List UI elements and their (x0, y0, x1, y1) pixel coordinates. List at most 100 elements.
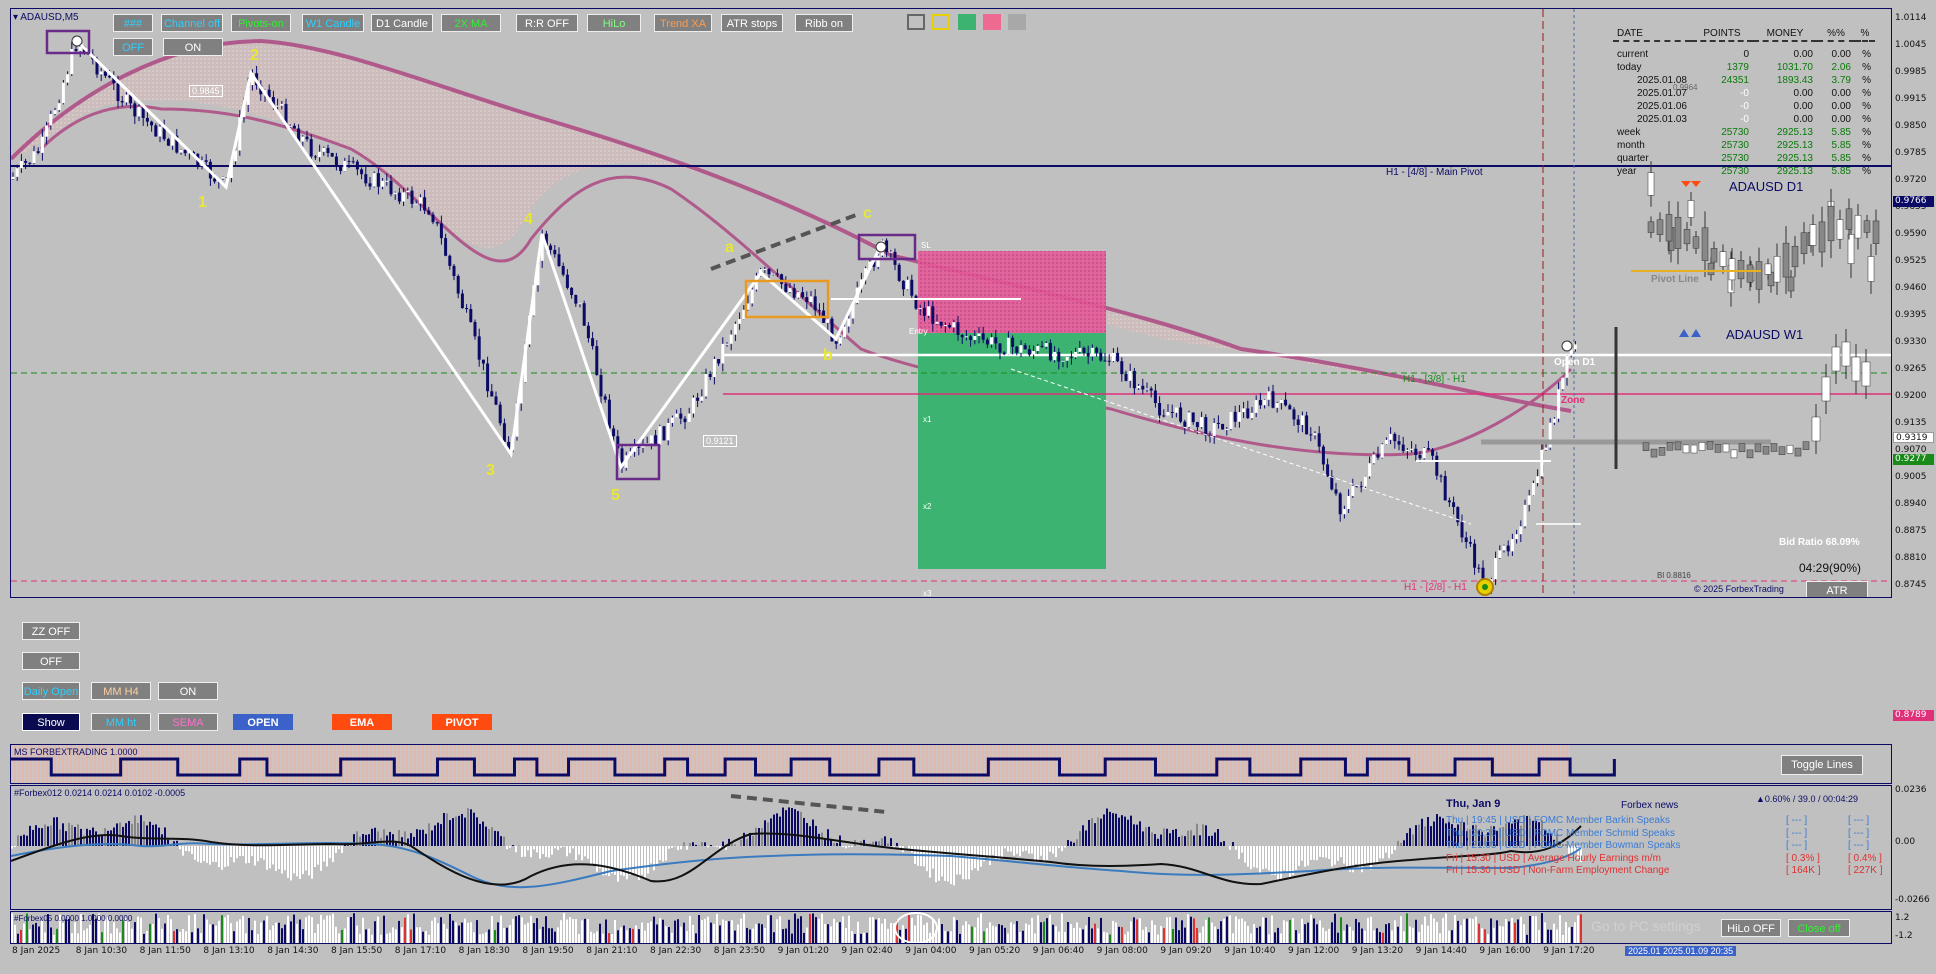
time-axis-tick: 9 Jan 17:20 (1543, 946, 1595, 956)
news-actual: [ 0.3% ] (1786, 852, 1820, 864)
stats-cell: -0 (1740, 88, 1749, 99)
indicator-forbex05[interactable]: #Forbex05 0.0000 1.0000 0.0000 Go to PC … (10, 911, 1892, 944)
symbol-name: ADAUSD,M5 (20, 12, 79, 23)
stats-cell: % (1862, 88, 1871, 99)
close-off-button[interactable]: Close off (1788, 919, 1850, 937)
ribb-on-button[interactable]: Ribb on (795, 14, 853, 32)
ind1-svg (11, 745, 1616, 783)
pivot-button[interactable]: PIVOT (432, 714, 492, 730)
stats-cell: month (1617, 140, 1645, 151)
time-axis-tick: 9 Jan 09:20 (1160, 946, 1212, 956)
ind3-title: #Forbex05 0.0000 1.0000 0.0000 (14, 914, 133, 923)
wave-label-4: 4 (524, 211, 533, 228)
price-axis-tick: 0.9525 (1895, 256, 1927, 266)
off-button[interactable]: OFF (22, 652, 80, 670)
mini-d1-title: ADAUSD D1 (1729, 179, 1804, 194)
news-item[interactable]: Thu | 21:05 | USD | FOMC Member Bowman S… (1446, 840, 1869, 851)
time-axis-tick: 9 Jan 16:00 (1479, 946, 1531, 956)
stats-row: year 25730 2925.13 5.85% (1613, 165, 1875, 178)
price-label-0.9845: 0.9845 (189, 85, 223, 97)
main-chart[interactable]: 1 2 3 4 5 a b c 0.9845 0.9121 H1 - [4/8]… (10, 8, 1892, 598)
stats-cell: 2025.01.06 (1636, 101, 1687, 112)
stats-cell: 5.85 (1831, 140, 1851, 151)
hash-button[interactable]: ### (113, 14, 153, 32)
time-axis-tick: 9 Jan 13:20 (1351, 946, 1404, 956)
ind3-axis-top: 1.2 (1895, 913, 1910, 923)
stats-cell: % (1862, 140, 1871, 151)
price-axis-tick: 0.8810 (1895, 553, 1927, 563)
stats-cell: 2925.13 (1776, 127, 1813, 138)
ema-button[interactable]: EMA (332, 714, 392, 730)
mm-h4-button[interactable]: MM H4 (91, 682, 151, 700)
channel-off-button[interactable]: Channel off (161, 14, 223, 32)
color-swatch-pink[interactable] (983, 14, 1001, 30)
pivots-on-button[interactable]: Pivots-on (231, 14, 291, 32)
time-axis-tick: 8 Jan 15:50 (331, 946, 383, 956)
wave-label-b: b (823, 347, 833, 364)
on-button[interactable]: ON (158, 682, 218, 700)
zz-off-button[interactable]: ZZ OFF (22, 622, 80, 640)
atr-button[interactable]: ATR (1806, 581, 1868, 597)
news-text: Thu | 19:45 | USD | FOMC Member Barkin S… (1446, 815, 1670, 826)
time-axis-tick: 8 Jan 21:10 (586, 946, 638, 956)
stats-cell: 2925.13 (1776, 166, 1813, 177)
stats-cell: 25730 (1721, 140, 1749, 151)
sub-off-button[interactable]: OFF (113, 38, 153, 56)
color-swatch-gray[interactable] (1008, 14, 1026, 30)
d1-candle-button[interactable]: D1 Candle (371, 14, 433, 32)
mm-ht-button[interactable]: MM ht (91, 713, 151, 731)
indicator-ms-forbex[interactable]: MS FORBEXTRADING 1.0000 Toggle Lines (10, 744, 1892, 784)
news-text: Thu | 20:30 | USD | FOMC Member Schmid S… (1446, 827, 1675, 839)
stats-cell: 2025.01.08 (1636, 75, 1687, 86)
news-item[interactable]: Thu | 20:30 | USD | FOMC Member Schmid S… (1446, 827, 1869, 839)
w1-candle-button[interactable]: W1 Candle (302, 14, 364, 32)
time-axis-tick: 8 Jan 19:50 (522, 946, 574, 956)
time-axis-tick: 9 Jan 12:00 (1288, 946, 1340, 956)
toggle-lines-button[interactable]: Toggle Lines (1781, 755, 1863, 775)
price-axis-tick: 0.9005 (1895, 472, 1927, 482)
sl-label: SL (921, 241, 931, 250)
sema-button[interactable]: SEMA (158, 713, 218, 731)
stats-cell: 0.00 (1831, 101, 1851, 112)
ind2-title: #Forbex012 0.0214 0.0214 0.0102 -0.0005 (14, 788, 186, 798)
news-title: Forbex news (1621, 800, 1679, 811)
indicator-forbex012[interactable]: #Forbex012 0.0214 0.0214 0.0102 -0.0005 … (10, 785, 1892, 910)
hilo-off-button[interactable]: HiLo OFF (1721, 919, 1781, 937)
pc-settings-watermark: Go to PC settings (1591, 918, 1701, 934)
daily-open-button[interactable]: Daily Open (22, 682, 80, 700)
sub-on-button[interactable]: ON (163, 38, 223, 56)
show-button[interactable]: Show (22, 713, 80, 731)
news-item[interactable]: Thu | 19:45 | USD | FOMC Member Barkin S… (1446, 815, 1869, 826)
color-swatch-olive[interactable] (907, 14, 925, 30)
wave-label-c: c (863, 205, 872, 222)
stats-cell: 2025.01.07 (1636, 88, 1687, 99)
news-forecast: [ 227K ] (1848, 865, 1883, 876)
time-axis-tick: 8 Jan 17:10 (394, 946, 447, 956)
tp-zone (918, 333, 1106, 569)
stats-row: week 25730 2925.13 5.85% (1613, 126, 1875, 139)
x3-label: x3 (923, 589, 932, 598)
hilo-button[interactable]: HiLo (587, 14, 641, 32)
color-swatch-yellow[interactable] (932, 14, 950, 30)
color-swatch-green[interactable] (958, 14, 976, 30)
time-axis-tick: 9 Jan 02:40 (841, 946, 893, 956)
price-axis-tick: 0.9265 (1895, 364, 1927, 374)
news-item[interactable]: Fri | 15:30 | USD | Non-Farm Employment … (1446, 865, 1882, 876)
stats-cell: 1379 (1726, 62, 1749, 73)
pivot-line-label: Pivot Line (1651, 274, 1699, 285)
atr-stops-button[interactable]: ATR stops (721, 14, 783, 32)
stats-cell: today (1617, 62, 1642, 73)
open-button[interactable]: OPEN (233, 714, 293, 730)
stats-row: 2025.01.06 -0 0.00 0.00% (1613, 100, 1875, 113)
price-label-0.9121: 0.9121 (703, 435, 737, 447)
trend-xa-button[interactable]: Trend XA (654, 14, 712, 32)
stats-cell: 24351 (1721, 75, 1749, 86)
open-d1-label: Open D1 (1554, 357, 1596, 368)
stats-cell: % (1862, 114, 1871, 125)
rr-off-button[interactable]: R:R OFF (516, 14, 578, 32)
news-item[interactable]: Fri | 15:30 | USD | Average Hourly Earni… (1446, 853, 1882, 864)
2x-ma-button[interactable]: 2X MA (441, 14, 501, 32)
stats-cell: 0 (1743, 49, 1749, 60)
time-axis-tick: 9 Jan 01:20 (777, 946, 829, 956)
stats-row: month 25730 2925.13 5.85% (1613, 139, 1875, 152)
